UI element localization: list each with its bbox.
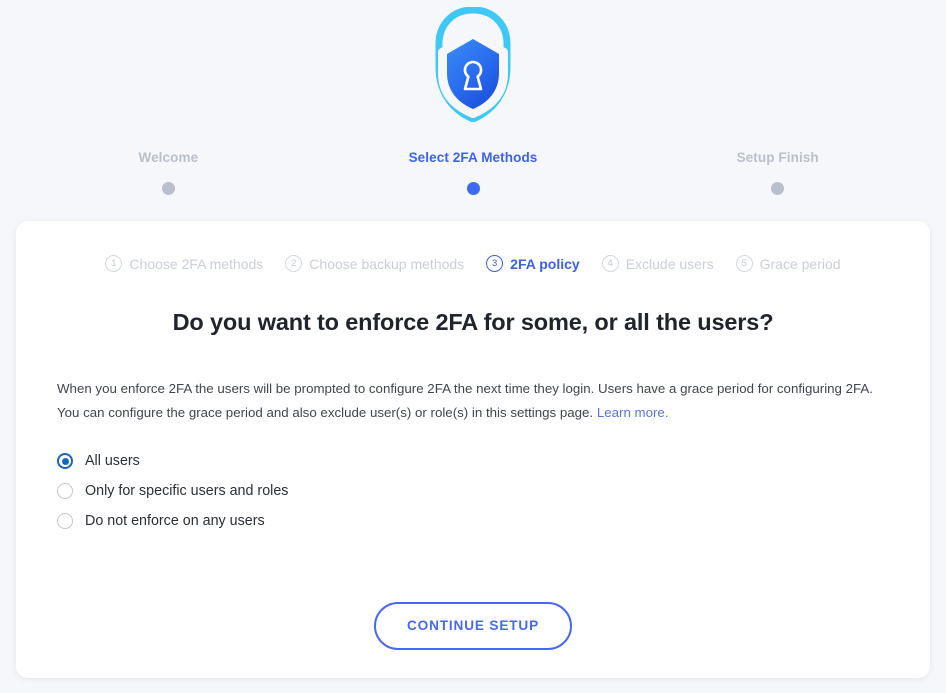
radio-icon — [57, 513, 73, 530]
substep-exclude-users[interactable]: 4 Exclude users — [601, 255, 714, 272]
radio-label: Do not enforce on any users — [85, 513, 265, 530]
substep-label: Exclude users — [625, 255, 714, 272]
substep-label: Grace period — [759, 255, 841, 272]
radio-label: Only for specific users and roles — [85, 483, 289, 500]
substep-tabs: 1 Choose 2FA methods 2 Choose backup met… — [57, 255, 889, 272]
radio-label: All users — [85, 453, 140, 470]
substep-label: Choose backup methods — [309, 255, 465, 272]
substep-grace-period[interactable]: 5 Grace period — [735, 255, 841, 272]
stepper-dot — [466, 181, 480, 195]
substep-choose-2fa-methods[interactable]: 1 Choose 2FA methods — [105, 255, 263, 272]
radio-option-all-users[interactable]: All users — [57, 446, 889, 476]
substep-2fa-policy[interactable]: 3 2FA policy — [486, 255, 580, 272]
wizard-stepper: Welcome Select 2FA Methods Setup Finish — [0, 151, 946, 195]
description-body: When you enforce 2FA the users will be p… — [57, 381, 873, 421]
setup-card: 1 Choose 2FA methods 2 Choose backup met… — [16, 221, 930, 678]
substep-number: 5 — [735, 255, 753, 272]
stepper-item-select-2fa-methods[interactable]: Select 2FA Methods — [321, 151, 626, 195]
substep-number: 1 — [105, 255, 123, 272]
substep-number: 4 — [601, 255, 619, 272]
radio-option-specific-users-roles[interactable]: Only for specific users and roles — [57, 476, 889, 506]
page-title: Do you want to enforce 2FA for some, or … — [172, 309, 774, 335]
radio-icon — [57, 483, 73, 500]
card-footer: CONTINUE SETUP — [57, 602, 889, 650]
stepper-label: Welcome — [138, 150, 199, 165]
substep-label: 2FA policy — [510, 255, 580, 272]
description-text: When you enforce 2FA the users will be p… — [57, 377, 889, 425]
shield-lock-icon — [435, 7, 511, 122]
substep-choose-backup-methods[interactable]: 2 Choose backup methods — [285, 255, 464, 272]
learn-more-link[interactable]: Learn more. — [597, 405, 669, 420]
substep-label: Choose 2FA methods — [129, 255, 264, 272]
stepper-item-setup-finish[interactable]: Setup Finish — [625, 151, 930, 195]
substep-number: 3 — [486, 255, 504, 272]
stepper-dot — [771, 181, 785, 195]
radio-option-do-not-enforce[interactable]: Do not enforce on any users — [57, 506, 889, 536]
stepper-item-welcome[interactable]: Welcome — [16, 151, 321, 195]
stepper-dot — [161, 181, 175, 195]
stepper-label: Setup Finish — [736, 150, 819, 165]
radio-icon — [57, 453, 73, 470]
policy-radio-group: All users Only for specific users and ro… — [57, 446, 889, 536]
continue-setup-button[interactable]: CONTINUE SETUP — [374, 602, 572, 650]
stepper-label: Select 2FA Methods — [408, 150, 538, 165]
substep-number: 2 — [285, 255, 303, 272]
app-logo — [0, 0, 946, 125]
